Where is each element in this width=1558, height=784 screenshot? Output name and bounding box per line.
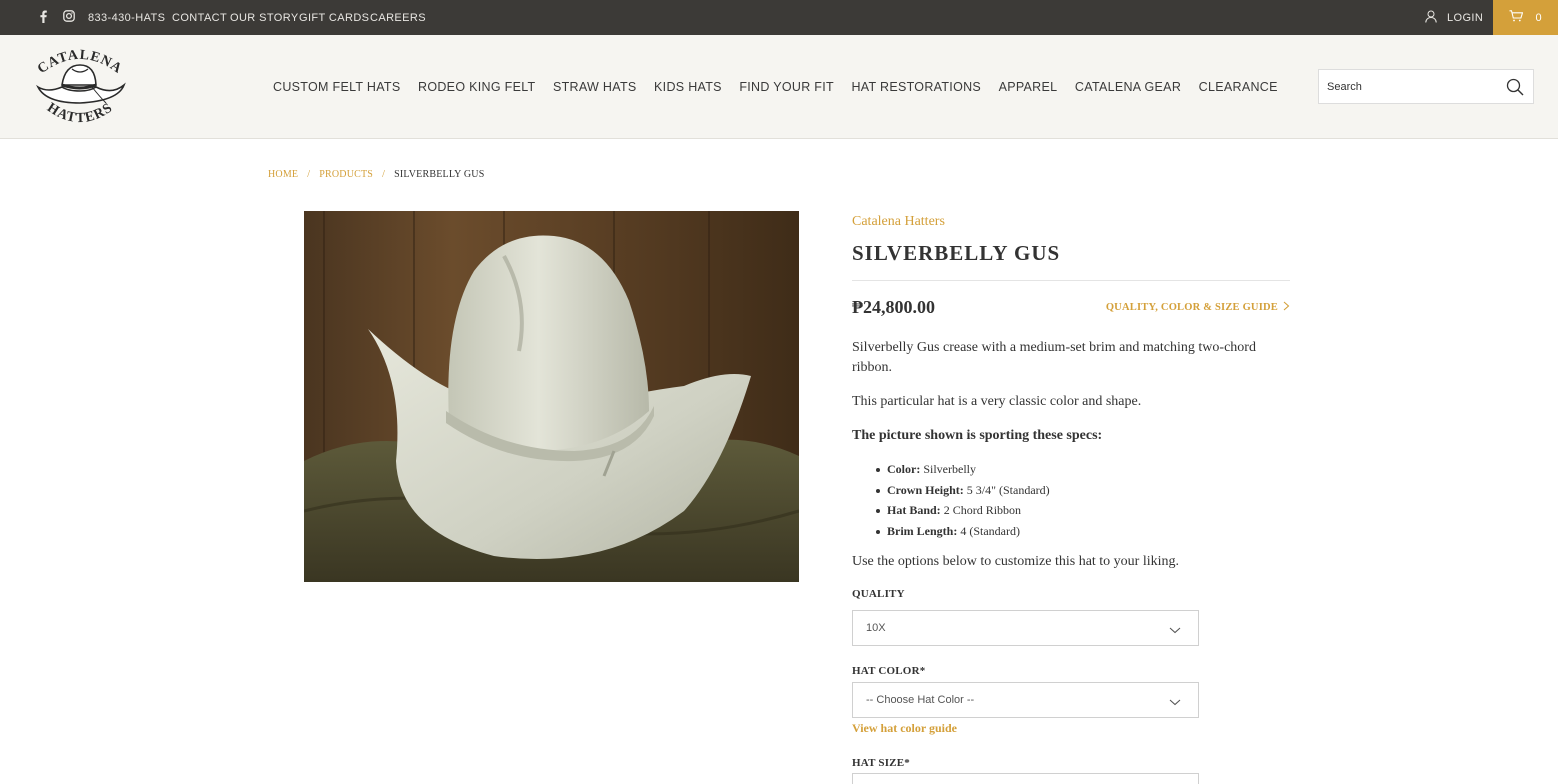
size-guide-link[interactable]: QUALITY, COLOR & SIZE GUIDE xyxy=(1106,301,1290,314)
cart-count: 0 xyxy=(1535,11,1542,24)
cart-icon xyxy=(1509,10,1524,25)
product-price: ₱24,800.00 xyxy=(852,297,935,317)
hat-color-selected-value: -- Choose Hat Color -- xyxy=(866,694,975,706)
phone-link[interactable]: 833-430-HATS xyxy=(88,0,165,35)
spec-item: Brim Length: 4 (Standard) xyxy=(876,521,1050,542)
chevron-down-icon xyxy=(1169,695,1181,707)
contact-link[interactable]: CONTACT xyxy=(172,0,227,35)
product-title: SILVERBELLY GUS xyxy=(852,241,1061,265)
breadcrumb: HOME / PRODUCTS / SILVERBELLY GUS xyxy=(268,169,485,180)
spec-item: Crown Height: 5 3/4" (Standard) xyxy=(876,480,1050,501)
size-guide-label: QUALITY, COLOR & SIZE GUIDE xyxy=(1105,302,1278,313)
spec-item: Hat Band: 2 Chord Ribbon xyxy=(876,500,1050,521)
quality-select[interactable]: 10X xyxy=(852,610,1199,646)
product-description: Silverbelly Gus crease with a medium-set… xyxy=(852,340,1256,375)
spec-label: Crown Height: xyxy=(887,482,964,497)
quality-selected-value: 10X xyxy=(866,622,886,634)
nav-kids-hats[interactable]: KIDS HATS xyxy=(654,80,722,94)
specs-list: Color: Silverbelly Crown Height: 5 3/4" … xyxy=(876,459,1050,541)
chevron-right-icon xyxy=(1283,301,1290,314)
login-link[interactable]: LOGIN xyxy=(1447,0,1483,35)
breadcrumb-products[interactable]: PRODUCTS xyxy=(319,169,373,180)
product-image[interactable] xyxy=(304,211,799,582)
spec-label: Hat Band: xyxy=(887,503,941,518)
spec-item: Color: Silverbelly xyxy=(876,459,1050,480)
breadcrumb-current: SILVERBELLY GUS xyxy=(394,169,485,180)
facebook-icon[interactable] xyxy=(36,9,50,23)
breadcrumb-separator: / xyxy=(307,169,311,180)
search-icon[interactable] xyxy=(1506,78,1524,96)
chevron-down-icon xyxy=(1169,623,1181,635)
catalena-hatters-logo[interactable]: CATALENA HATTERS xyxy=(32,43,128,131)
our-story-link[interactable]: OUR STORY xyxy=(230,0,299,35)
divider xyxy=(852,280,1290,281)
product-brand-link[interactable]: Catalena Hatters xyxy=(852,214,945,230)
cart-button[interactable]: 0 xyxy=(1493,0,1558,35)
nav-custom-felt-hats[interactable]: CUSTOM FELT HATS xyxy=(273,80,401,94)
user-icon[interactable] xyxy=(1424,9,1438,23)
spec-label: Brim Length: xyxy=(887,523,958,538)
nav-rodeo-king-felt[interactable]: RODEO KING FELT xyxy=(418,80,535,94)
spec-label: Color: xyxy=(887,462,921,476)
nav-straw-hats[interactable]: STRAW HATS xyxy=(553,80,637,94)
gift-cards-link[interactable]: GIFT CARDS xyxy=(299,0,369,35)
hat-color-select[interactable]: -- Choose Hat Color -- xyxy=(852,682,1199,718)
nav-apparel[interactable]: APPAREL xyxy=(999,80,1058,94)
site-header: CATALENA HATTERS CUSTOM FELT HATS RODEO … xyxy=(0,35,1558,139)
spec-value: Silverbelly xyxy=(920,462,976,476)
nav-catalena-gear[interactable]: CATALENA GEAR xyxy=(1075,80,1181,94)
options-intro: Use the options below to customize this … xyxy=(852,554,1180,569)
careers-link[interactable]: CAREERS xyxy=(370,0,426,35)
search-box xyxy=(1318,69,1534,104)
nav-find-your-fit[interactable]: FIND YOUR FIT xyxy=(739,80,834,94)
hat-color-guide-link[interactable]: View hat color guide xyxy=(852,721,957,736)
hat-size-label: HAT SIZE* xyxy=(852,757,910,769)
breadcrumb-home[interactable]: HOME xyxy=(268,169,298,180)
top-bar: 833-430-HATS CONTACT OUR STORY GIFT CARD… xyxy=(0,0,1558,35)
quality-label: QUALITY xyxy=(852,588,905,600)
specs-heading: The picture shown is sporting these spec… xyxy=(852,428,1103,443)
spec-value: 2 Chord Ribbon xyxy=(940,503,1022,518)
search-input[interactable] xyxy=(1327,78,1497,96)
hat-color-label: HAT COLOR* xyxy=(852,665,926,677)
product-description-secondary: This particular hat is a very classic co… xyxy=(852,394,1142,409)
breadcrumb-separator: / xyxy=(382,169,386,180)
spec-value: 4 (Standard) xyxy=(957,523,1020,538)
nav-hat-restorations[interactable]: HAT RESTORATIONS xyxy=(851,80,981,94)
instagram-icon[interactable] xyxy=(62,9,76,23)
main-nav: CUSTOM FELT HATS RODEO KING FELT STRAW H… xyxy=(273,35,1295,139)
nav-clearance[interactable]: CLEARANCE xyxy=(1199,80,1278,94)
hat-size-select[interactable] xyxy=(852,773,1199,784)
spec-value: 5 3/4" (Standard) xyxy=(963,482,1050,497)
svg-text:HATTERS: HATTERS xyxy=(44,100,116,126)
